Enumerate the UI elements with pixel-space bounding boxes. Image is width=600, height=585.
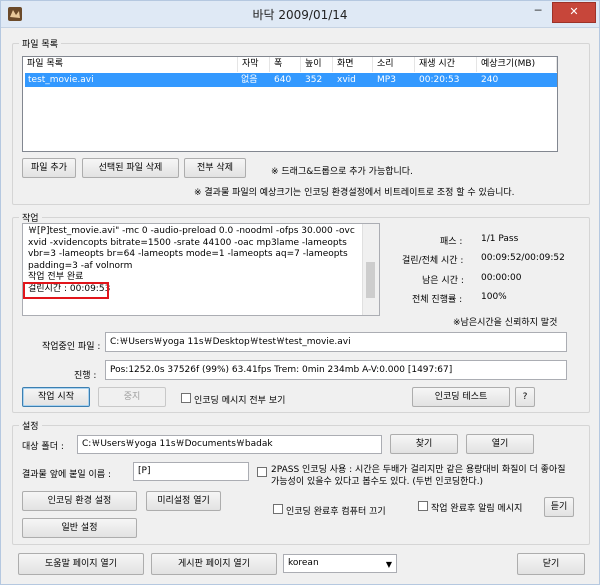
two-pass-checkbox[interactable] [257, 467, 267, 477]
row-width: 640 [274, 75, 292, 85]
column-header-video[interactable]: 화면 [333, 57, 373, 72]
column-header-name[interactable]: 파일 목록 [23, 57, 238, 72]
delete-all-button[interactable]: 전부 삭제 [184, 158, 246, 178]
add-file-button[interactable]: 파일 추가 [22, 158, 76, 178]
status-field[interactable]: Pos:1252.0s 37526f (99%) 63.41fps Trem: … [105, 360, 567, 380]
elapsed-value: 00:09:52/00:09:52 [481, 253, 565, 263]
log-scrollbar-thumb[interactable] [366, 262, 375, 298]
alarm-message-checkbox[interactable] [418, 501, 428, 511]
row-height: 352 [305, 75, 323, 85]
log-scrollbar[interactable] [362, 224, 379, 315]
drag-drop-hint: ※ 드래그&드롭으로 추가 가능합니다. [271, 167, 413, 177]
encoding-settings-button[interactable]: 인코딩 환경 설정 [22, 491, 137, 511]
current-file-field[interactable]: C:￦Users￦yoga 11s￦Desktop￦test￦test_movi… [105, 332, 567, 352]
remaining-label: 남은 시간 : [422, 276, 464, 286]
show-all-messages-label: 인코딩 메시지 전부 보기 [194, 396, 286, 406]
column-header-width[interactable]: 폭 [270, 57, 301, 72]
open-folder-button[interactable]: 열기 [466, 434, 534, 454]
pass-label: 패스 : [440, 237, 463, 247]
language-value: korean [288, 558, 319, 568]
column-header-height[interactable]: 높이 [301, 57, 333, 72]
status-label: 진행 : [74, 371, 97, 381]
preset-open-button[interactable]: 미리설정 열기 [146, 491, 221, 511]
alarm-message-label: 작업 완료후 알림 메시지 [431, 504, 523, 514]
pass-value: 1/1 Pass [481, 234, 519, 244]
row-size: 240 [481, 75, 499, 85]
elapsed-label: 걸린/전체 시간 : [402, 256, 464, 266]
file-list-table[interactable]: 파일 목록 자막 폭 높이 화면 소리 재생 시간 예상크기(MB) test_… [22, 56, 558, 152]
prefix-field[interactable]: [P] [133, 462, 249, 481]
start-job-button[interactable]: 작업 시작 [22, 387, 90, 407]
delete-selected-button[interactable]: 선택된 파일 삭제 [82, 158, 179, 178]
size-hint: ※ 결과물 파일의 예상크기는 인코딩 환경설정에서 비트레이트로 조정 할 수… [194, 188, 515, 198]
column-header-audio[interactable]: 소리 [373, 57, 415, 72]
progress-label: 전체 진행률 : [412, 295, 463, 305]
target-folder-label: 대상 폴더 : [22, 442, 64, 452]
encoding-log[interactable]: ￦[P]test_movie.avi" -mc 0 -audio-preload… [22, 223, 380, 316]
row-subtitle: 없음 [241, 75, 258, 85]
close-button[interactable]: 닫기 [517, 553, 585, 575]
current-file-label: 작업중인 파일 : [42, 342, 101, 352]
chevron-down-icon: ▼ [385, 560, 392, 569]
elapsed-time-highlight [23, 282, 109, 299]
column-header-subtitle[interactable]: 자막 [238, 57, 270, 72]
language-select[interactable]: korean ▼ [283, 554, 397, 573]
main-window: 바닥 2009/01/14 ─ ✕ 파일 목록 파일 목록 자막 폭 높이 화면… [0, 0, 600, 585]
progress-value: 100% [481, 292, 507, 302]
row-file-name: test_movie.avi [28, 75, 94, 85]
close-window-button[interactable]: ✕ [552, 2, 596, 23]
remaining-time-note: ※남은시간을 신뢰하지 말것 [453, 318, 558, 328]
settings-group-label: 설정 [19, 419, 42, 432]
column-header-duration[interactable]: 재생 시간 [415, 57, 477, 72]
listen-button[interactable]: 듣기 [544, 497, 574, 517]
target-folder-field[interactable]: C:￦Users￦yoga 11s￦Documents￦badak [77, 435, 382, 454]
board-page-button[interactable]: 게시판 페이지 열기 [151, 553, 277, 575]
help-button[interactable]: ? [515, 387, 535, 407]
minimize-button[interactable]: ─ [526, 2, 550, 21]
find-folder-button[interactable]: 찾기 [390, 434, 458, 454]
stop-button[interactable]: 중지 [98, 387, 166, 407]
show-all-messages-checkbox[interactable] [181, 393, 191, 403]
two-pass-label: 2PASS 인코딩 사용 : 시간은 두배가 걸리지만 같은 용량대비 화질이 … [271, 465, 566, 487]
general-settings-button[interactable]: 일반 설정 [22, 518, 137, 538]
title-bar[interactable]: 바닥 2009/01/14 ─ ✕ [1, 1, 599, 28]
prefix-label: 결과물 앞에 붙일 이름 : [22, 470, 111, 480]
encode-test-button[interactable]: 인코딩 테스트 [412, 387, 510, 407]
shutdown-after-label: 인코딩 완료후 컴퓨터 끄기 [286, 507, 386, 517]
window-title: 바닥 2009/01/14 [252, 8, 348, 22]
row-video: xvid [337, 75, 356, 85]
help-page-button[interactable]: 도움말 페이지 열기 [18, 553, 144, 575]
row-audio: MP3 [377, 75, 396, 85]
table-row[interactable]: test_movie.avi 없음 640 352 xvid MP3 00:20… [25, 73, 557, 87]
remaining-value: 00:00:00 [481, 273, 522, 283]
row-duration: 00:20:53 [419, 75, 460, 85]
file-list-group-label: 파일 목록 [19, 37, 61, 50]
shutdown-after-checkbox[interactable] [273, 504, 283, 514]
column-header-size[interactable]: 예상크기(MB) [477, 57, 557, 72]
